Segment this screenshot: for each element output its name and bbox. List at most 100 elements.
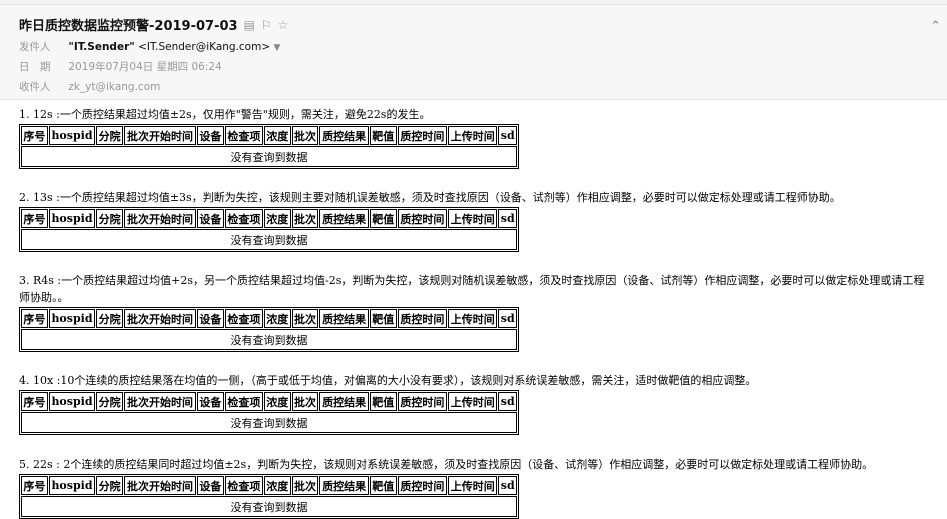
col-header: 序号	[21, 126, 48, 145]
col-header: 质控时间	[397, 209, 448, 228]
col-header: 靶值	[369, 209, 397, 228]
qc-table: 序号 hospid 分院 批次开始时间 设备 检查项 浓度 批次 质控结果 靶值…	[19, 124, 519, 169]
col-header: 浓度	[263, 309, 291, 328]
date-label: 日 期	[19, 61, 51, 73]
col-header: 浓度	[263, 476, 291, 495]
rule-text: 3. R4s :一个质控结果超过均值+2s，另一个质控结果超过均值-2s，判断为…	[19, 274, 925, 304]
empty-message: 没有查询到数据	[21, 412, 517, 433]
col-header: 批次开始时间	[123, 126, 197, 145]
col-header: 质控结果	[319, 392, 369, 411]
col-header: 质控时间	[397, 309, 448, 328]
date-value: 2019年07月04日 星期四 06:24	[68, 61, 222, 73]
table-row: 没有查询到数据	[21, 229, 517, 250]
col-header: 质控结果	[319, 126, 369, 145]
col-header: 上传时间	[448, 126, 498, 145]
rule-text: 1. 12s :一个质控结果超过均值±2s，仅用作"警告"规则，需关注，避免22…	[19, 108, 431, 121]
rule-block-2: 2. 13s :一个质控结果超过均值±3s，判断为失控，该规则主要对随机误差敏感…	[19, 189, 841, 252]
col-header: hospid	[48, 209, 96, 228]
col-header: hospid	[48, 309, 96, 328]
table-header-row: 序号 hospid 分院 批次开始时间 设备 检查项 浓度 批次 质控结果 靶值…	[21, 392, 517, 411]
col-header: 检查项	[224, 309, 263, 328]
empty-message: 没有查询到数据	[21, 146, 517, 167]
col-header: 批次开始时间	[123, 209, 197, 228]
date-row: 日 期 2019年07月04日 星期四 06:24	[19, 59, 222, 74]
col-header: 质控时间	[397, 392, 448, 411]
expand-icon[interactable]: ⌃	[930, 19, 941, 34]
col-header: 批次	[291, 309, 319, 328]
from-row: 发件人 "IT.Sender" <IT.Sender@iKang.com> ▼	[19, 39, 280, 54]
col-header: 批次	[291, 392, 319, 411]
col-header: 上传时间	[448, 209, 498, 228]
col-header: 分院	[96, 392, 123, 411]
col-header: sd	[498, 392, 517, 411]
table-row: 没有查询到数据	[21, 329, 517, 350]
col-header: 批次开始时间	[123, 309, 197, 328]
col-header: 质控结果	[319, 309, 369, 328]
col-header: 质控结果	[319, 209, 369, 228]
col-header: 浓度	[263, 392, 291, 411]
table-header-row: 序号 hospid 分院 批次开始时间 设备 检查项 浓度 批次 质控结果 靶值…	[21, 476, 517, 495]
chevron-down-icon[interactable]: ▼	[273, 43, 280, 53]
recipient-address[interactable]: zk_yt@ikang.com	[68, 81, 160, 93]
col-header: sd	[498, 476, 517, 495]
subject-text: 昨日质控数据监控预警-2019-07-03	[19, 19, 238, 34]
email-header: 昨日质控数据监控预警-2019-07-03 ▤ ⚐ ☆ ⌃ 发件人 "IT.Se…	[0, 5, 947, 100]
table-row: 没有查询到数据	[21, 146, 517, 167]
col-header: 分院	[96, 126, 123, 145]
empty-message: 没有查询到数据	[21, 496, 517, 517]
col-header: 检查项	[224, 209, 263, 228]
col-header: hospid	[48, 392, 96, 411]
col-header: 序号	[21, 392, 48, 411]
from-label: 发件人	[19, 41, 51, 53]
col-header: 批次	[291, 476, 319, 495]
col-header: 靶值	[369, 476, 397, 495]
col-header: 浓度	[263, 126, 291, 145]
flag-icon[interactable]: ⚐	[261, 18, 272, 32]
rule-block-1: 1. 12s :一个质控结果超过均值±2s，仅用作"警告"规则，需关注，避免22…	[19, 106, 519, 169]
col-header: 靶值	[369, 126, 397, 145]
col-header: 批次开始时间	[123, 392, 197, 411]
col-header: sd	[498, 209, 517, 228]
rule-block-3: 3. R4s :一个质控结果超过均值+2s，另一个质控结果超过均值-2s，判断为…	[19, 272, 931, 352]
document-icon[interactable]: ▤	[244, 18, 255, 32]
col-header: 靶值	[369, 309, 397, 328]
col-header: 设备	[197, 309, 224, 328]
col-header: 设备	[197, 126, 224, 145]
col-header: hospid	[48, 476, 96, 495]
table-row: 没有查询到数据	[21, 496, 517, 517]
star-icon[interactable]: ☆	[278, 18, 289, 32]
col-header: 靶值	[369, 392, 397, 411]
empty-message: 没有查询到数据	[21, 229, 517, 250]
col-header: 批次	[291, 126, 319, 145]
sender-name[interactable]: "IT.Sender"	[68, 41, 134, 53]
table-header-row: 序号 hospid 分院 批次开始时间 设备 检查项 浓度 批次 质控结果 靶值…	[21, 126, 517, 145]
col-header: 序号	[21, 209, 48, 228]
col-header: hospid	[48, 126, 96, 145]
col-header: 批次	[291, 209, 319, 228]
col-header: 设备	[197, 392, 224, 411]
col-header: sd	[498, 126, 517, 145]
col-header: 上传时间	[448, 392, 498, 411]
col-header: 检查项	[224, 392, 263, 411]
col-header: 质控时间	[397, 476, 448, 495]
sender-address[interactable]: <IT.Sender@iKang.com>	[138, 41, 270, 53]
col-header: 批次开始时间	[123, 476, 197, 495]
col-header: 质控时间	[397, 126, 448, 145]
qc-table: 序号 hospid 分院 批次开始时间 设备 检查项 浓度 批次 质控结果 靶值…	[19, 390, 519, 435]
col-header: 检查项	[224, 476, 263, 495]
col-header: 序号	[21, 309, 48, 328]
col-header: 分院	[96, 309, 123, 328]
table-row: 没有查询到数据	[21, 412, 517, 433]
qc-table: 序号 hospid 分院 批次开始时间 设备 检查项 浓度 批次 质控结果 靶值…	[19, 307, 519, 352]
email-subject: 昨日质控数据监控预警-2019-07-03 ▤ ⚐ ☆	[19, 15, 289, 35]
col-header: 设备	[197, 209, 224, 228]
col-header: 上传时间	[448, 309, 498, 328]
empty-message: 没有查询到数据	[21, 329, 517, 350]
col-header: 检查项	[224, 126, 263, 145]
col-header: 上传时间	[448, 476, 498, 495]
col-header: 序号	[21, 476, 48, 495]
rule-block-5: 5. 22s : 2个连续的质控结果同时超过均值±2s，判断为失控，该规则对系统…	[19, 456, 873, 519]
qc-table: 序号 hospid 分院 批次开始时间 设备 检查项 浓度 批次 质控结果 靶值…	[19, 207, 519, 252]
table-header-row: 序号 hospid 分院 批次开始时间 设备 检查项 浓度 批次 质控结果 靶值…	[21, 309, 517, 328]
qc-table: 序号 hospid 分院 批次开始时间 设备 检查项 浓度 批次 质控结果 靶值…	[19, 474, 519, 519]
